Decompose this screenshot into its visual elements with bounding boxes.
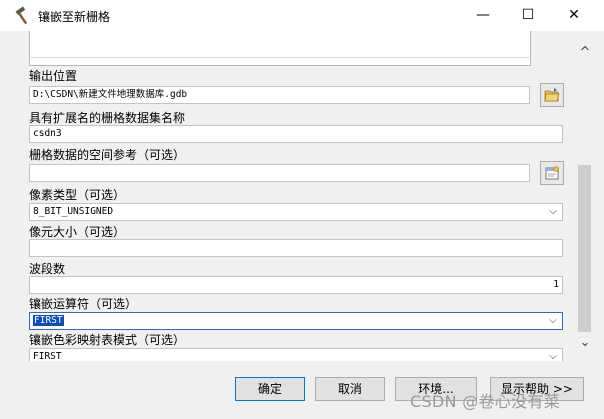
colormap-mode-value: FIRST [33,351,62,361]
output-location-input[interactable]: D:\CSDN\新建文件地理数据库.gdb [29,86,530,104]
scroll-thumb[interactable] [578,165,591,332]
maximize-button[interactable]: ☐ [505,0,551,31]
open-folder-icon [544,88,560,102]
bands-label: 波段数 [29,262,66,276]
pixel-type-select[interactable]: 8_BIT_UNSIGNED ⌵ [29,203,563,221]
vertical-scrollbar[interactable]: ^ ⌄ [574,31,596,361]
chevron-down-icon: ⌵ [549,315,557,326]
mosaic-operator-value: FIRST [33,315,64,326]
bands-input[interactable]: 1 [29,276,563,294]
mosaic-operator-select[interactable]: FIRST ⌵ [29,312,563,330]
raster-name-label: 具有扩展名的栅格数据集名称 [29,111,186,125]
ok-button[interactable]: 确定 [235,377,305,401]
scroll-down-icon[interactable]: ⌄ [574,333,596,353]
cellsize-input[interactable] [29,239,563,257]
input-rasters-list[interactable] [29,31,531,66]
parameters-panel: 输出位置 D:\CSDN\新建文件地理数据库.gdb 具有扩展名的栅格数据集名称… [0,31,574,361]
scroll-up-icon[interactable]: ^ [574,43,596,63]
spatial-ref-input[interactable] [29,164,530,182]
close-button[interactable]: ✕ [551,0,597,31]
output-location-label: 输出位置 [29,69,78,83]
window-title: 镶嵌至新栅格 [38,10,111,24]
colormap-mode-select[interactable]: FIRST ⌵ [29,348,563,361]
colormap-mode-label: 镶嵌色彩映射表模式（可选） [29,333,186,347]
mosaic-operator-label: 镶嵌运算符（可选） [29,297,138,311]
cellsize-label: 像元大小（可选） [29,225,126,239]
cancel-button[interactable]: 取消 [315,377,385,401]
raster-name-input[interactable]: csdn3 [29,125,563,143]
spatial-ref-label: 栅格数据的空间参考（可选） [29,148,186,162]
watermark: CSDN @卷心没有菜 [410,392,561,411]
spatial-reference-icon [545,166,559,180]
browse-output-button[interactable] [540,83,564,107]
pixel-type-label: 像素类型（可选） [29,188,126,202]
hammer-icon [15,6,28,25]
title-bar: 镶嵌至新栅格 — ☐ ✕ [0,0,604,31]
chevron-down-icon: ⌵ [549,351,557,361]
chevron-down-icon: ⌵ [549,206,557,217]
minimize-button[interactable]: — [460,0,506,31]
pixel-type-value: 8_BIT_UNSIGNED [33,206,114,217]
spatial-ref-button[interactable] [540,161,564,185]
